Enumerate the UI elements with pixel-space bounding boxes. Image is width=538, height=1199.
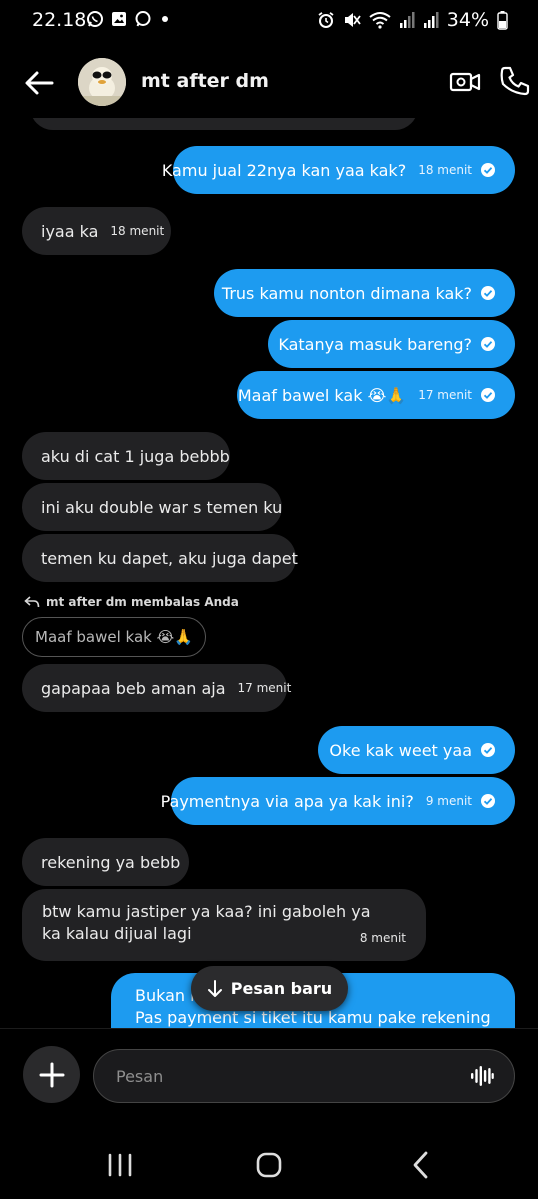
reply-label-text: mt after dm membalas Anda xyxy=(46,595,239,609)
dot-icon xyxy=(162,16,168,22)
read-check-icon xyxy=(481,388,495,402)
message-time: 8 menit xyxy=(359,931,406,945)
message-bubble-incoming[interactable]: aku di cat 1 juga bebbb xyxy=(22,432,230,480)
quoted-message[interactable]: Maaf bawel kak 😭🙏 xyxy=(22,617,206,657)
message-time: 18 menit xyxy=(418,163,472,177)
message-bubble-incoming[interactable]: iyaa ka 18 menit xyxy=(22,207,171,255)
message-bubble-incoming[interactable]: rekening ya bebb xyxy=(22,838,189,886)
avatar-image xyxy=(78,58,126,106)
messages-icon xyxy=(135,11,151,27)
gallery-icon xyxy=(112,12,126,26)
alarm-icon xyxy=(318,12,334,28)
status-time: 22.18 xyxy=(32,9,87,31)
message-text: iyaa ka xyxy=(41,221,99,241)
message-bubble-outgoing[interactable]: Paymentnya via apa ya kak ini? 9 menit xyxy=(161,777,515,825)
message-text: Katanya masuk bareng? xyxy=(278,334,472,354)
video-call-icon[interactable] xyxy=(449,67,481,97)
partially-visible-message xyxy=(30,118,418,130)
message-text: Kamu jual 22nya kan yaa kak? xyxy=(161,160,407,180)
message-text: Bukan k xyxy=(135,986,200,1005)
read-check-icon xyxy=(481,743,495,757)
voice-message-icon[interactable] xyxy=(470,1065,494,1087)
recent-apps-icon[interactable] xyxy=(107,1152,133,1178)
message-text: Trus kamu nonton dimana kak? xyxy=(221,283,472,303)
message-text: Maaf bawel kak 😭🙏 xyxy=(237,385,407,405)
home-icon[interactable] xyxy=(256,1152,282,1178)
message-time: 18 menit xyxy=(110,224,165,238)
composer-divider xyxy=(0,1028,538,1029)
notification-icons xyxy=(86,10,172,28)
back-arrow-icon[interactable] xyxy=(22,66,56,100)
message-text: Paymentnya via apa ya kak ini? xyxy=(160,791,414,811)
message-bubble-incoming[interactable]: btw kamu jastiper ya kaa? ini gaboleh ya… xyxy=(22,889,426,961)
reply-arrow-icon xyxy=(24,596,40,608)
message-bubble-outgoing[interactable]: Katanya masuk bareng? xyxy=(268,320,515,368)
plus-icon xyxy=(39,1062,64,1087)
signal-icon xyxy=(423,12,439,28)
avatar[interactable] xyxy=(78,58,126,106)
message-time: 17 menit xyxy=(418,388,472,402)
read-check-icon xyxy=(481,794,495,808)
read-check-icon xyxy=(481,337,495,351)
message-bubble-outgoing[interactable]: Oke kak weet yaa xyxy=(318,726,515,774)
status-bar: 22.18 34% xyxy=(0,0,538,42)
arrow-down-icon xyxy=(207,979,222,997)
message-text: aku di cat 1 juga bebbb xyxy=(41,446,230,466)
message-text: btw kamu jastiper ya kaa? ini gaboleh ya… xyxy=(42,902,371,943)
battery-percentage: 34% xyxy=(446,9,489,31)
system-navigation-bar xyxy=(0,1130,538,1199)
add-attachment-button[interactable] xyxy=(23,1046,80,1103)
new-messages-label: Pesan baru xyxy=(230,979,333,998)
message-bubble-incoming[interactable]: temen ku dapet, aku juga dapet xyxy=(22,534,298,582)
message-text: temen ku dapet, aku juga dapet xyxy=(41,548,298,568)
message-text: rekening ya bebb xyxy=(41,852,181,872)
battery-icon xyxy=(497,10,508,30)
wifi-icon xyxy=(369,12,391,29)
signal-icon xyxy=(399,12,415,28)
message-time: 9 menit xyxy=(425,794,472,808)
message-bubble-incoming[interactable]: gapapaa beb aman aja 17 menit xyxy=(22,664,291,712)
whatsapp-icon xyxy=(87,11,103,27)
mute-icon xyxy=(344,13,361,27)
message-list[interactable]: Kamu jual 22nya kan yaa kak? 18 menit iy… xyxy=(0,118,538,1028)
chat-title[interactable]: mt after dm xyxy=(141,70,269,92)
reply-indicator: mt after dm membalas Anda xyxy=(24,595,239,609)
message-composer[interactable] xyxy=(93,1049,515,1103)
new-messages-button[interactable]: Pesan baru xyxy=(191,966,348,1011)
read-check-icon xyxy=(481,163,495,177)
message-bubble-outgoing[interactable]: Kamu jual 22nya kan yaa kak? 18 menit xyxy=(162,146,515,194)
message-text: ini aku double war s temen ku xyxy=(41,497,283,517)
nav-back-icon[interactable] xyxy=(410,1150,432,1180)
read-check-icon xyxy=(481,286,495,300)
message-bubble-outgoing[interactable]: Trus kamu nonton dimana kak? xyxy=(214,269,515,317)
message-bubble-incoming[interactable]: ini aku double war s temen ku xyxy=(22,483,282,531)
quoted-message-text: Maaf bawel kak 😭🙏 xyxy=(35,628,193,646)
message-text: Oke kak weet yaa xyxy=(329,740,472,760)
chat-header: mt after dm xyxy=(0,48,538,118)
phone-call-icon[interactable] xyxy=(499,65,531,97)
system-icons: 34% xyxy=(317,9,508,31)
message-bubble-outgoing[interactable]: Maaf bawel kak 😭🙏 17 menit xyxy=(237,371,515,419)
message-text: gapapaa beb aman aja xyxy=(41,678,226,698)
message-input[interactable] xyxy=(116,1050,456,1102)
message-time: 17 menit xyxy=(237,681,292,695)
